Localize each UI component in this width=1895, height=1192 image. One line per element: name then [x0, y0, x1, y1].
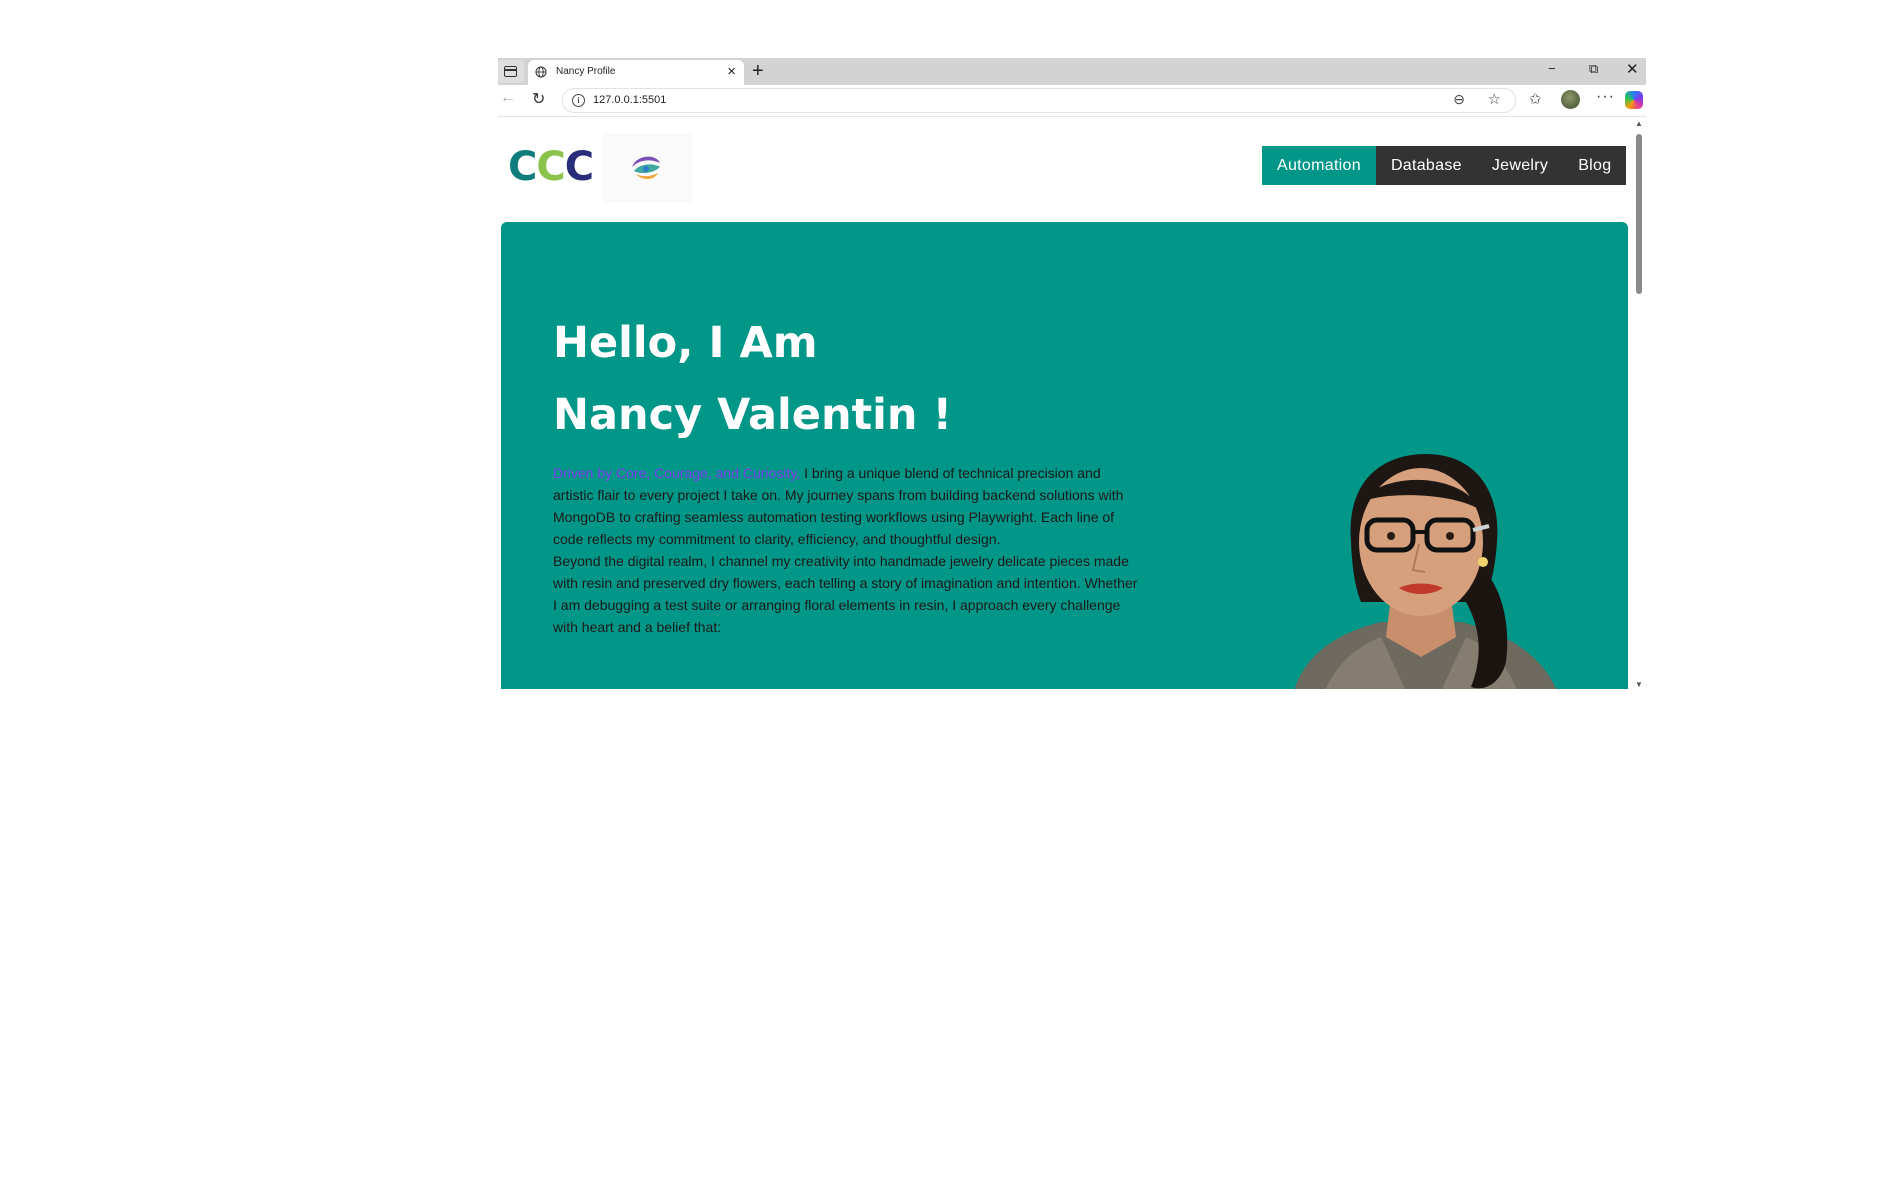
- tab-title: Nancy Profile: [556, 66, 616, 77]
- page-viewport: CCC Automation Database Jewelry Blog Hel…: [498, 117, 1646, 689]
- window-close-button[interactable]: ✕: [1626, 60, 1639, 78]
- bio-paragraph-2: Beyond the digital realm, I channel my c…: [553, 553, 1138, 635]
- profile-avatar[interactable]: [1561, 90, 1580, 109]
- address-toolbar: ← ↻ i 127.0.0.1:5501 ⊖ ☆ ✩ ···: [498, 85, 1646, 117]
- tab-actions-button[interactable]: [498, 60, 524, 83]
- site-info-icon[interactable]: i: [572, 94, 585, 107]
- nav-jewelry[interactable]: Jewelry: [1476, 146, 1564, 185]
- hero-bio: Driven by Core, Courage, and Curiosity, …: [553, 462, 1143, 638]
- reload-icon[interactable]: ↻: [532, 89, 545, 109]
- nav-database[interactable]: Database: [1375, 146, 1477, 185]
- more-icon[interactable]: ···: [1596, 88, 1615, 106]
- address-bar[interactable]: i 127.0.0.1:5501 ⊖ ☆: [562, 88, 1516, 113]
- url-text[interactable]: 127.0.0.1:5501: [593, 94, 666, 106]
- logo-wordmark: CCC: [508, 144, 594, 190]
- nav-automation[interactable]: Automation: [1262, 146, 1376, 185]
- tab-actions-icon: [504, 66, 517, 77]
- bio-paragraph-1: Driven by Core, Courage, and Curiosity, …: [553, 462, 1143, 550]
- copilot-icon[interactable]: [1625, 91, 1643, 109]
- site-logo[interactable]: CCC: [504, 127, 692, 207]
- reading-mode-icon[interactable]: ⊖: [1453, 91, 1465, 108]
- logo-emblem-icon: [602, 133, 692, 203]
- close-icon[interactable]: ×: [727, 63, 736, 80]
- hero-section: Hello, I Am Nancy Valentin ! Driven by C…: [501, 222, 1628, 689]
- restore-button[interactable]: ⧉: [1589, 61, 1598, 77]
- favorites-icon[interactable]: ✩: [1529, 90, 1542, 108]
- back-arrow-icon[interactable]: ←: [500, 89, 516, 107]
- scroll-thumb[interactable]: [1636, 134, 1642, 294]
- globe-icon: [535, 66, 547, 78]
- minimize-button[interactable]: −: [1548, 61, 1556, 76]
- browser-tab[interactable]: Nancy Profile ×: [528, 60, 744, 85]
- scroll-down-icon[interactable]: ▼: [1635, 680, 1643, 689]
- main-nav: Automation Database Jewelry Blog: [1262, 146, 1627, 185]
- nav-blog[interactable]: Blog: [1563, 146, 1627, 185]
- bio-tagline: Driven by Core, Courage, and Curiosity,: [553, 465, 801, 481]
- hero-heading-line1: Hello, I Am: [553, 318, 818, 368]
- new-tab-button[interactable]: +: [752, 59, 764, 83]
- hero-heading-line2: Nancy Valentin !: [553, 390, 953, 440]
- tab-bar: Nancy Profile × + − ⧉ ✕: [498, 58, 1646, 85]
- scroll-up-icon[interactable]: ▲: [1635, 119, 1643, 128]
- profile-photo: [1294, 454, 1557, 689]
- favorite-star-icon[interactable]: ☆: [1488, 90, 1501, 108]
- page-scrollbar[interactable]: ▲ ▼: [1632, 117, 1646, 689]
- browser-window: Nancy Profile × + − ⧉ ✕ ← ↻ i 127.0.0.1:…: [498, 58, 1646, 689]
